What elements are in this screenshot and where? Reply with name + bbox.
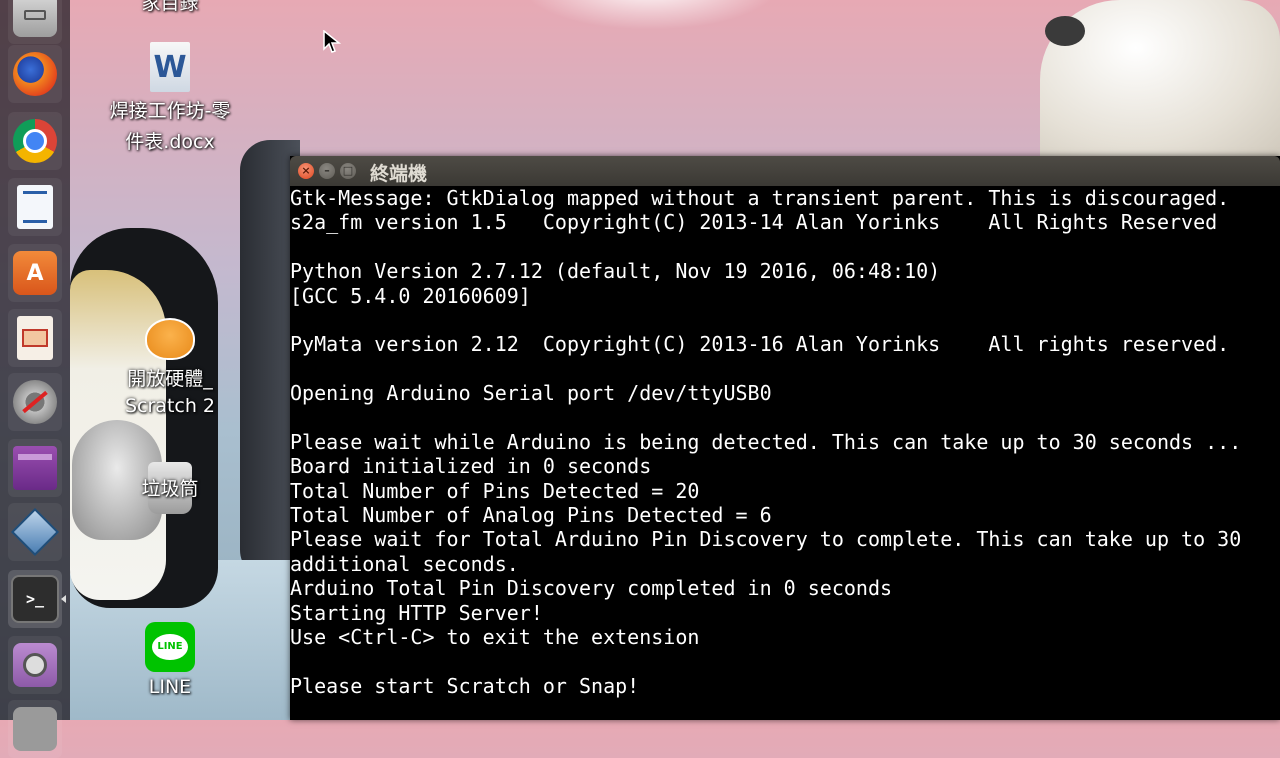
word-badge: W [153, 49, 187, 85]
terminal-icon: >_ [11, 575, 59, 623]
terminal-line: s2a_fm version 1.5 Copyright(C) 2013-14 … [290, 210, 1218, 235]
launcher-webcam[interactable] [8, 636, 62, 694]
active-window-indicator [61, 595, 66, 603]
launcher-writer[interactable] [8, 178, 62, 236]
desktop-icon-scratch[interactable]: 開放硬體_ Scratch 2 [100, 318, 240, 417]
desktop-icon-docx[interactable]: W 焊接工作坊-零 件表.docx [95, 42, 245, 158]
terminal-line: Please start Scratch or Snap! [290, 673, 640, 698]
terminal-line: Board initialized in 0 seconds [290, 454, 652, 479]
desktop-icon-label-line1: 焊接工作坊-零 [109, 100, 231, 122]
launcher-workspaces[interactable] [8, 439, 62, 497]
launcher-chrome[interactable] [8, 112, 62, 170]
word-document-icon: W [150, 42, 190, 92]
terminal-line: Total Number of Analog Pins Detected = 6 [290, 503, 772, 528]
terminal-window[interactable]: × – □ 終端機 Gtk-Message: GtkDialog mapped … [290, 156, 1280, 720]
desktop-icon-line[interactable]: LINE LINE [110, 622, 230, 703]
file-cabinet-icon [13, 0, 57, 37]
software-center-icon: A [13, 251, 57, 295]
launcher-virtualbox[interactable] [8, 503, 62, 561]
wallpaper-glow [520, 0, 780, 30]
libreoffice-impress-icon [17, 316, 53, 360]
desktop-icon-label-line2: Scratch 2 [124, 395, 216, 417]
terminal-line: Opening Arduino Serial port /dev/ttyUSB0 [290, 381, 772, 406]
terminal-line: [GCC 5.4.0 20160609] [290, 283, 531, 308]
line-app-icon: LINE [145, 622, 195, 672]
chrome-icon [13, 119, 57, 163]
terminal-line: PyMata version 2.12 Copyright(C) 2013-16… [290, 332, 1230, 357]
window-close-button[interactable]: × [298, 163, 314, 179]
terminal-line: Total Number of Pins Detected = 20 [290, 478, 700, 503]
window-titlebar[interactable]: × – □ 終端機 [290, 156, 1280, 186]
desktop-icon-label: 家目錄 [141, 0, 199, 14]
desktop-icon-home[interactable]: 家目錄 [110, 0, 230, 19]
terminal-line: Use <Ctrl-C> to exit the extension [290, 625, 700, 650]
system-settings-icon [13, 380, 57, 424]
launcher-settings[interactable] [8, 373, 62, 431]
terminal-line: Python Version 2.7.12 (default, Nov 19 2… [290, 259, 941, 284]
terminal-line: additional seconds. [290, 551, 519, 576]
desktop-icon-trash[interactable]: 垃圾筒 [110, 462, 230, 514]
window-title: 終端機 [370, 163, 428, 185]
desktop-icon-label: LINE [148, 676, 192, 698]
workspace-switcher-icon [13, 446, 57, 490]
launcher-trash-icon [13, 707, 57, 751]
terminal-line: Starting HTTP Server! [290, 600, 543, 625]
terminal-line: Gtk-Message: GtkDialog mapped without a … [290, 186, 1230, 210]
launcher-trash[interactable] [8, 700, 62, 758]
terminal-line: Please wait while Arduino is being detec… [290, 429, 1242, 454]
launcher-files[interactable] [8, 0, 62, 44]
terminal-output[interactable]: Gtk-Message: GtkDialog mapped without a … [290, 186, 1280, 720]
desktop-icon-label-line2: 件表.docx [125, 131, 215, 153]
scratch-cat-icon [145, 318, 195, 360]
launcher-impress[interactable] [8, 309, 62, 367]
launcher-firefox[interactable] [8, 45, 62, 103]
launcher-terminal[interactable]: >_ [8, 570, 66, 628]
line-badge: LINE [152, 634, 188, 660]
window-minimize-button[interactable]: – [319, 163, 335, 179]
terminal-line: Please wait for Total Arduino Pin Discov… [290, 527, 1242, 552]
desktop-icon-label: 垃圾筒 [141, 478, 199, 500]
window-maximize-button[interactable]: □ [340, 163, 356, 179]
libreoffice-writer-icon [17, 185, 53, 229]
firefox-icon [13, 52, 57, 96]
virtualbox-icon [10, 507, 60, 557]
webcam-icon [13, 643, 57, 687]
wallpaper-polar-bear-nose [1045, 16, 1085, 46]
launcher-software-center[interactable]: A [8, 244, 62, 302]
unity-launcher: A >_ [0, 0, 70, 758]
desktop-icon-label-line1: 開放硬體_ [127, 368, 213, 390]
terminal-line: Arduino Total Pin Discovery completed in… [290, 576, 893, 601]
mouse-pointer-icon [323, 30, 341, 53]
